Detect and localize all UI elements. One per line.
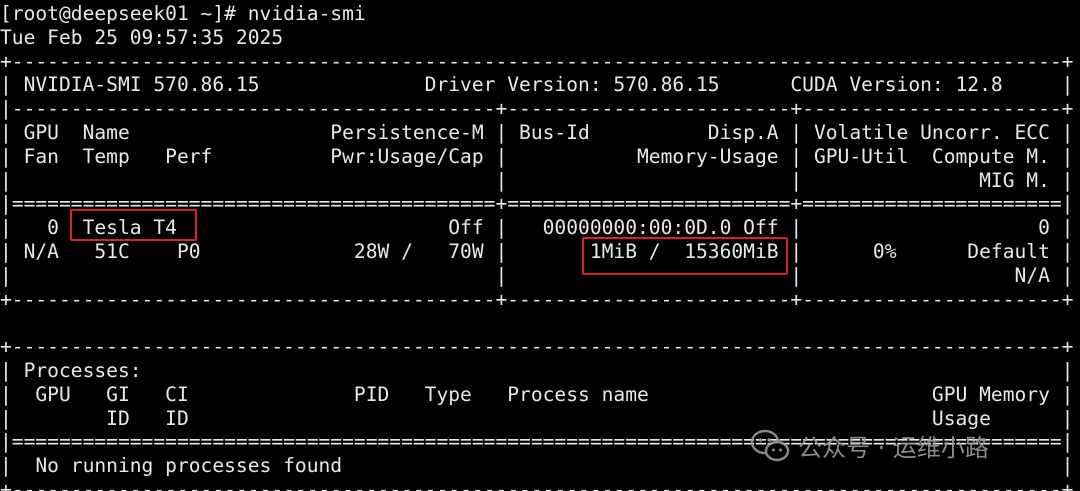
processes-header-line-1: | GPU GI CI PID Type Process name GPU Me… xyxy=(0,382,1074,406)
gpu-row-line-2: | N/A 51C P0 28W / 70W | 1MiB / 15360MiB… xyxy=(0,239,1074,263)
version-header-line: | NVIDIA-SMI 570.86.15 Driver Version: 5… xyxy=(0,73,1074,97)
processes-table-border: +---------------------------------------… xyxy=(0,477,1074,491)
gpu-header-line-1: | GPU Name Persistence-M | Bus-Id Disp.A… xyxy=(0,120,1074,144)
watermark-text: 公众号 · 运维小路 xyxy=(798,434,989,462)
wechat-icon xyxy=(750,429,790,463)
processes-table-border: +---------------------------------------… xyxy=(0,335,1074,359)
terminal-output: [root@deepseek01 ~]# nvidia-smi Tue Feb 2… xyxy=(0,2,1073,491)
table-border: +---------------------------------------… xyxy=(0,287,1074,311)
processes-title-line: | Processes: | xyxy=(0,358,1074,382)
gpu-row-line-1: | 0 Tesla T4 Off | 00000000:00:0D.0 Off … xyxy=(0,216,1074,240)
gpu-row-line-3: | | | N/A | xyxy=(0,263,1074,287)
watermark: 公众号 · 运维小路 xyxy=(750,428,989,463)
timestamp-line: Tue Feb 25 09:57:35 2025 xyxy=(0,25,284,49)
gpu-header-line-2: | Fan Temp Perf Pwr:Usage/Cap | Memory-U… xyxy=(0,144,1074,168)
processes-header-line-2: | ID ID Usage | xyxy=(0,406,1074,430)
gpu-header-line-3: | | | MIG M. | xyxy=(0,168,1074,192)
terminal-window[interactable]: [root@deepseek01 ~]# nvidia-smi Tue Feb 2… xyxy=(0,0,1080,491)
header-double-separator: |=======================================… xyxy=(0,192,1074,216)
table-border: +---------------------------------------… xyxy=(0,49,1074,73)
table-separator: |---------------------------------------… xyxy=(0,97,1074,121)
command-line: [root@deepseek01 ~]# nvidia-smi xyxy=(0,2,366,25)
